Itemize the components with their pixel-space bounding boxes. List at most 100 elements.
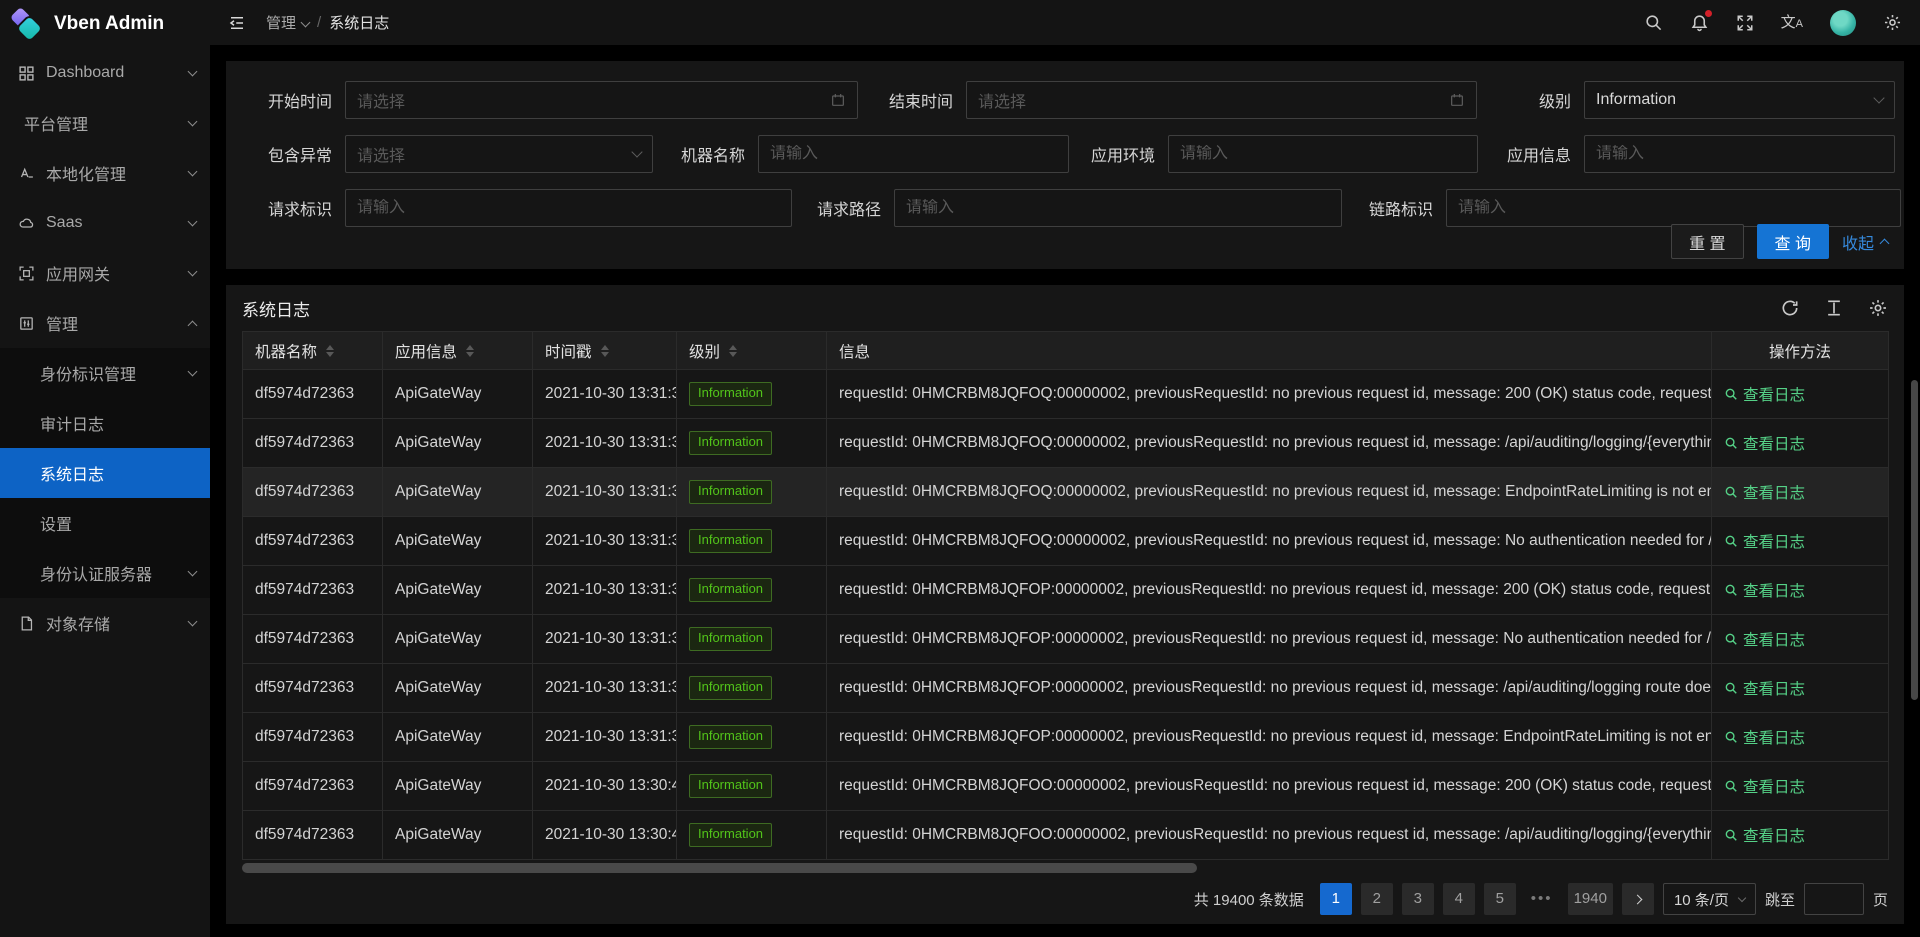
- level-badge: Information: [689, 823, 772, 847]
- notification-bell-icon[interactable]: [1690, 13, 1709, 32]
- sidebar-item-saas[interactable]: Saas: [0, 198, 210, 248]
- column-settings-gear-icon[interactable]: [1868, 298, 1888, 318]
- view-log-link[interactable]: 查看日志: [1724, 775, 1805, 797]
- fullscreen-icon[interactable]: [1736, 14, 1754, 32]
- machine-name-field[interactable]: [758, 135, 1069, 173]
- view-log-link[interactable]: 查看日志: [1724, 432, 1805, 454]
- col-actions: 操作方法: [1712, 332, 1889, 370]
- magnifier-icon: [1724, 779, 1738, 793]
- sort-icon[interactable]: [326, 345, 334, 357]
- page-button-1[interactable]: 1: [1320, 883, 1352, 915]
- reset-button[interactable]: 重 置: [1671, 224, 1743, 259]
- sort-icon[interactable]: [601, 345, 609, 357]
- view-log-link[interactable]: 查看日志: [1724, 481, 1805, 503]
- sidebar: Vben Admin Dashboard 平台管理 本地化管理 Saas 应用网…: [0, 0, 210, 937]
- sidebar-item-audit-log[interactable]: 审计日志: [0, 398, 210, 448]
- sidebar-item-identity-management[interactable]: 身份标识管理: [0, 348, 210, 398]
- view-log-link[interactable]: 查看日志: [1724, 726, 1805, 748]
- request-path-input[interactable]: [906, 199, 1330, 217]
- machine-name-input[interactable]: [770, 145, 1057, 163]
- vertical-scrollbar[interactable]: [1911, 380, 1918, 700]
- chevron-down-icon: [188, 567, 198, 577]
- col-level[interactable]: 级别: [677, 332, 827, 370]
- sort-icon[interactable]: [466, 345, 474, 357]
- level-select[interactable]: Information: [1584, 81, 1895, 119]
- header-actions: 文A: [1644, 10, 1902, 36]
- col-machine-name[interactable]: 机器名称: [243, 332, 383, 370]
- start-time-picker[interactable]: 请选择: [345, 81, 858, 119]
- cell-actions: 查看日志: [1712, 370, 1889, 419]
- page-ellipsis[interactable]: •••: [1525, 883, 1559, 915]
- app-logo[interactable]: Vben Admin: [0, 0, 210, 48]
- request-path-field[interactable]: [894, 189, 1342, 227]
- cell-app-info: ApiGateWay: [383, 468, 533, 517]
- cell-timestamp: 2021-10-30 13:31:36: [533, 566, 677, 615]
- scrollbar-thumb[interactable]: [242, 863, 1197, 873]
- view-log-link[interactable]: 查看日志: [1724, 628, 1805, 650]
- breadcrumb-separator: /: [317, 14, 321, 31]
- sidebar-item-object-storage[interactable]: 对象存储: [0, 598, 210, 648]
- magnifier-icon: [1724, 632, 1738, 646]
- sidebar-item-localization[interactable]: 本地化管理: [0, 148, 210, 198]
- start-time-label: 开始时间: [232, 88, 332, 112]
- language-switch-icon[interactable]: 文A: [1781, 15, 1803, 30]
- app-env-label: 应用环境: [1055, 142, 1155, 166]
- table-row: df5974d72363ApiGateWay2021-10-30 13:31:3…: [243, 713, 1889, 762]
- magnifier-icon: [1724, 730, 1738, 744]
- app-info-field[interactable]: [1584, 135, 1895, 173]
- view-log-link[interactable]: 查看日志: [1724, 383, 1805, 405]
- level-label: 级别: [1471, 88, 1571, 112]
- settings-gear-icon[interactable]: [1883, 13, 1902, 32]
- view-log-link[interactable]: 查看日志: [1724, 579, 1805, 601]
- trace-id-input[interactable]: [1458, 199, 1889, 217]
- collapse-link[interactable]: 收起: [1842, 230, 1888, 254]
- level-badge: Information: [689, 480, 772, 504]
- page-button-last[interactable]: 1940: [1568, 883, 1613, 915]
- page-size-select[interactable]: 10 条/页: [1663, 883, 1756, 915]
- sidebar-item-system-log[interactable]: 系统日志: [0, 448, 210, 498]
- trace-id-field[interactable]: [1446, 189, 1901, 227]
- sidebar-item-gateway[interactable]: 应用网关: [0, 248, 210, 298]
- page-button-4[interactable]: 4: [1443, 883, 1475, 915]
- request-id-field[interactable]: [345, 189, 792, 227]
- user-avatar[interactable]: [1830, 10, 1856, 36]
- app-info-input[interactable]: [1596, 145, 1883, 163]
- cell-level: Information: [677, 370, 827, 419]
- cell-level: Information: [677, 468, 827, 517]
- app-env-field[interactable]: [1168, 135, 1478, 173]
- has-exception-select[interactable]: 请选择: [345, 135, 653, 173]
- sidebar-item-label: 设置: [40, 511, 72, 535]
- sidebar-item-platform[interactable]: 平台管理: [0, 98, 210, 148]
- refresh-icon[interactable]: [1780, 298, 1800, 318]
- table-header-row: 机器名称 应用信息 时间戳 级别 信息 操作方法: [243, 332, 1889, 370]
- page-button-3[interactable]: 3: [1402, 883, 1434, 915]
- cell-app-info: ApiGateWay: [383, 664, 533, 713]
- end-time-picker[interactable]: 请选择: [966, 81, 1477, 119]
- view-log-link[interactable]: 查看日志: [1724, 677, 1805, 699]
- sidebar-item-settings[interactable]: 设置: [0, 498, 210, 548]
- sidebar-item-identity-server[interactable]: 身份认证服务器: [0, 548, 210, 598]
- sidebar-item-management[interactable]: 管理: [0, 298, 210, 348]
- col-app-info[interactable]: 应用信息: [383, 332, 533, 370]
- query-button[interactable]: 查 询: [1757, 224, 1829, 259]
- page-button-5[interactable]: 5: [1484, 883, 1516, 915]
- menu-fold-icon[interactable]: [228, 14, 246, 32]
- horizontal-scrollbar[interactable]: [242, 862, 1888, 874]
- sidebar-item-label: 身份标识管理: [40, 361, 136, 385]
- jump-page-input[interactable]: [1804, 883, 1864, 915]
- page-button-2[interactable]: 2: [1361, 883, 1393, 915]
- main-content: 开始时间 请选择 结束时间 请选择 级别 Information: [210, 45, 1920, 937]
- next-page-button[interactable]: [1622, 883, 1654, 915]
- breadcrumb-parent[interactable]: 管理: [266, 12, 309, 33]
- app-env-input[interactable]: [1180, 145, 1466, 163]
- view-log-link[interactable]: 查看日志: [1724, 824, 1805, 846]
- cell-message: requestId: 0HMCRBM8JQFOQ:00000002, previ…: [827, 517, 1712, 566]
- cell-level: Information: [677, 811, 827, 860]
- sidebar-item-dashboard[interactable]: Dashboard: [0, 48, 210, 98]
- search-icon[interactable]: [1644, 13, 1663, 32]
- view-log-link[interactable]: 查看日志: [1724, 530, 1805, 552]
- request-id-input[interactable]: [357, 199, 780, 217]
- col-timestamp[interactable]: 时间戳: [533, 332, 677, 370]
- sort-icon[interactable]: [729, 345, 737, 357]
- row-height-icon[interactable]: [1824, 298, 1844, 318]
